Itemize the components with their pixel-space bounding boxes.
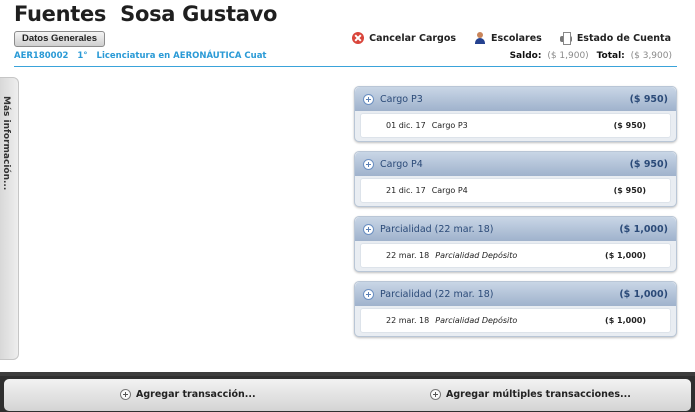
transaction-line-amount: ($ 950) bbox=[613, 121, 646, 130]
escolares-label: Escolares bbox=[491, 32, 542, 44]
transaction-line: 22 mar. 18 Parcialidad Depósito ($ 1,000… bbox=[360, 243, 671, 268]
transaction-line: 21 dic. 17 Cargo P4 ($ 950) bbox=[360, 178, 671, 203]
mas-informacion-tab[interactable]: Más información... bbox=[0, 77, 19, 360]
footer-panel: Agregar transacción... Agregar múltiples… bbox=[4, 379, 691, 411]
student-header: Fuentes Sosa Gustavo Datos Generales AER… bbox=[0, 0, 695, 70]
transaction-card: Cargo P4 ($ 950) 21 dic. 17 Cargo P4 ($ … bbox=[354, 151, 677, 207]
estado-de-cuenta-label: Estado de Cuenta bbox=[576, 32, 671, 44]
program-line: AER180002 1° Licenciatura en AERONÁUTICA… bbox=[14, 51, 273, 61]
transaction-line-amount: ($ 950) bbox=[613, 186, 646, 195]
transaction-title: Parcialidad (22 mar. 18) bbox=[380, 288, 494, 300]
student-id: AER180002 bbox=[14, 51, 69, 61]
balance-summary: Saldo: ($ 1,900) Total: ($ 3,900) bbox=[510, 51, 677, 61]
transaction-line: 01 dic. 17 Cargo P3 ($ 950) bbox=[360, 113, 671, 138]
saldo-label: Saldo: bbox=[509, 51, 542, 61]
agregar-transaccion-label: Agregar transacción... bbox=[136, 389, 256, 400]
footer-bar: Agregar transacción... Agregar múltiples… bbox=[0, 376, 695, 412]
agregar-multiples-label: Agregar múltiples transacciones... bbox=[446, 389, 631, 400]
transaction-card: Cargo P3 ($ 950) 01 dic. 17 Cargo P3 ($ … bbox=[354, 86, 677, 142]
student-name: Fuentes Sosa Gustavo bbox=[14, 2, 278, 26]
expand-icon[interactable] bbox=[363, 223, 374, 235]
transaction-line-amount: ($ 1,000) bbox=[605, 316, 646, 325]
mas-informacion-label: Más información... bbox=[1, 96, 11, 191]
transaction-amount: ($ 1,000) bbox=[619, 288, 668, 300]
transaction-description: Parcialidad Depósito bbox=[435, 316, 518, 325]
transaction-title: Cargo P3 bbox=[380, 93, 423, 105]
transaction-line-amount: ($ 1,000) bbox=[605, 251, 646, 260]
transaction-date: 22 mar. 18 bbox=[386, 251, 430, 260]
transaction-card: Parcialidad (22 mar. 18) ($ 1,000) 22 ma… bbox=[354, 216, 677, 272]
transaction-amount: ($ 950) bbox=[629, 158, 668, 170]
transaction-card: Parcialidad (22 mar. 18) ($ 1,000) 22 ma… bbox=[354, 281, 677, 337]
transaction-list: Cargo P3 ($ 950) 01 dic. 17 Cargo P3 ($ … bbox=[354, 86, 677, 346]
cancelar-cargos-button[interactable]: Cancelar Cargos bbox=[352, 32, 456, 44]
cancel-icon bbox=[352, 32, 365, 44]
header-divider bbox=[14, 66, 677, 67]
transaction-description: Cargo P3 bbox=[431, 121, 468, 130]
transaction-date: 21 dic. 17 bbox=[386, 186, 426, 195]
transaction-header[interactable]: Parcialidad (22 mar. 18) ($ 1,000) bbox=[355, 282, 676, 306]
transaction-amount: ($ 950) bbox=[629, 93, 668, 105]
cancelar-cargos-label: Cancelar Cargos bbox=[369, 32, 457, 44]
printer-icon bbox=[559, 32, 572, 45]
datos-generales-button[interactable]: Datos Generales bbox=[14, 31, 105, 47]
agregar-transaccion-button[interactable]: Agregar transacción... bbox=[120, 389, 256, 400]
total-label: Total: bbox=[596, 51, 625, 61]
expand-icon[interactable] bbox=[363, 93, 374, 105]
escolares-button[interactable]: Escolares bbox=[474, 32, 542, 44]
total-value: ($ 3,900) bbox=[630, 51, 672, 61]
transaction-title: Parcialidad (22 mar. 18) bbox=[380, 223, 494, 235]
transaction-description: Cargo P4 bbox=[431, 186, 468, 195]
transaction-amount: ($ 1,000) bbox=[619, 223, 668, 235]
transaction-date: 22 mar. 18 bbox=[386, 316, 430, 325]
saldo-value: ($ 1,900) bbox=[547, 51, 589, 61]
transaction-header[interactable]: Cargo P4 ($ 950) bbox=[355, 152, 676, 176]
transaction-header[interactable]: Parcialidad (22 mar. 18) ($ 1,000) bbox=[355, 217, 676, 241]
transaction-line: 22 mar. 18 Parcialidad Depósito ($ 1,000… bbox=[360, 308, 671, 333]
expand-icon[interactable] bbox=[363, 288, 374, 300]
estado-de-cuenta-button[interactable]: Estado de Cuenta bbox=[559, 32, 671, 45]
student-icon bbox=[474, 32, 486, 44]
program-name: Licenciatura en AERONÁUTICA Cuat bbox=[96, 51, 267, 61]
transaction-date: 01 dic. 17 bbox=[386, 121, 426, 130]
transaction-title: Cargo P4 bbox=[380, 158, 423, 170]
agregar-multiples-button[interactable]: Agregar múltiples transacciones... bbox=[430, 389, 631, 400]
header-actions: Cancelar Cargos Escolares Estado de Cuen… bbox=[352, 32, 671, 45]
add-icon bbox=[430, 389, 441, 400]
transaction-header[interactable]: Cargo P3 ($ 950) bbox=[355, 87, 676, 111]
expand-icon[interactable] bbox=[363, 158, 374, 170]
transaction-description: Parcialidad Depósito bbox=[435, 251, 518, 260]
student-grade: 1° bbox=[77, 51, 88, 61]
add-icon bbox=[120, 389, 131, 400]
